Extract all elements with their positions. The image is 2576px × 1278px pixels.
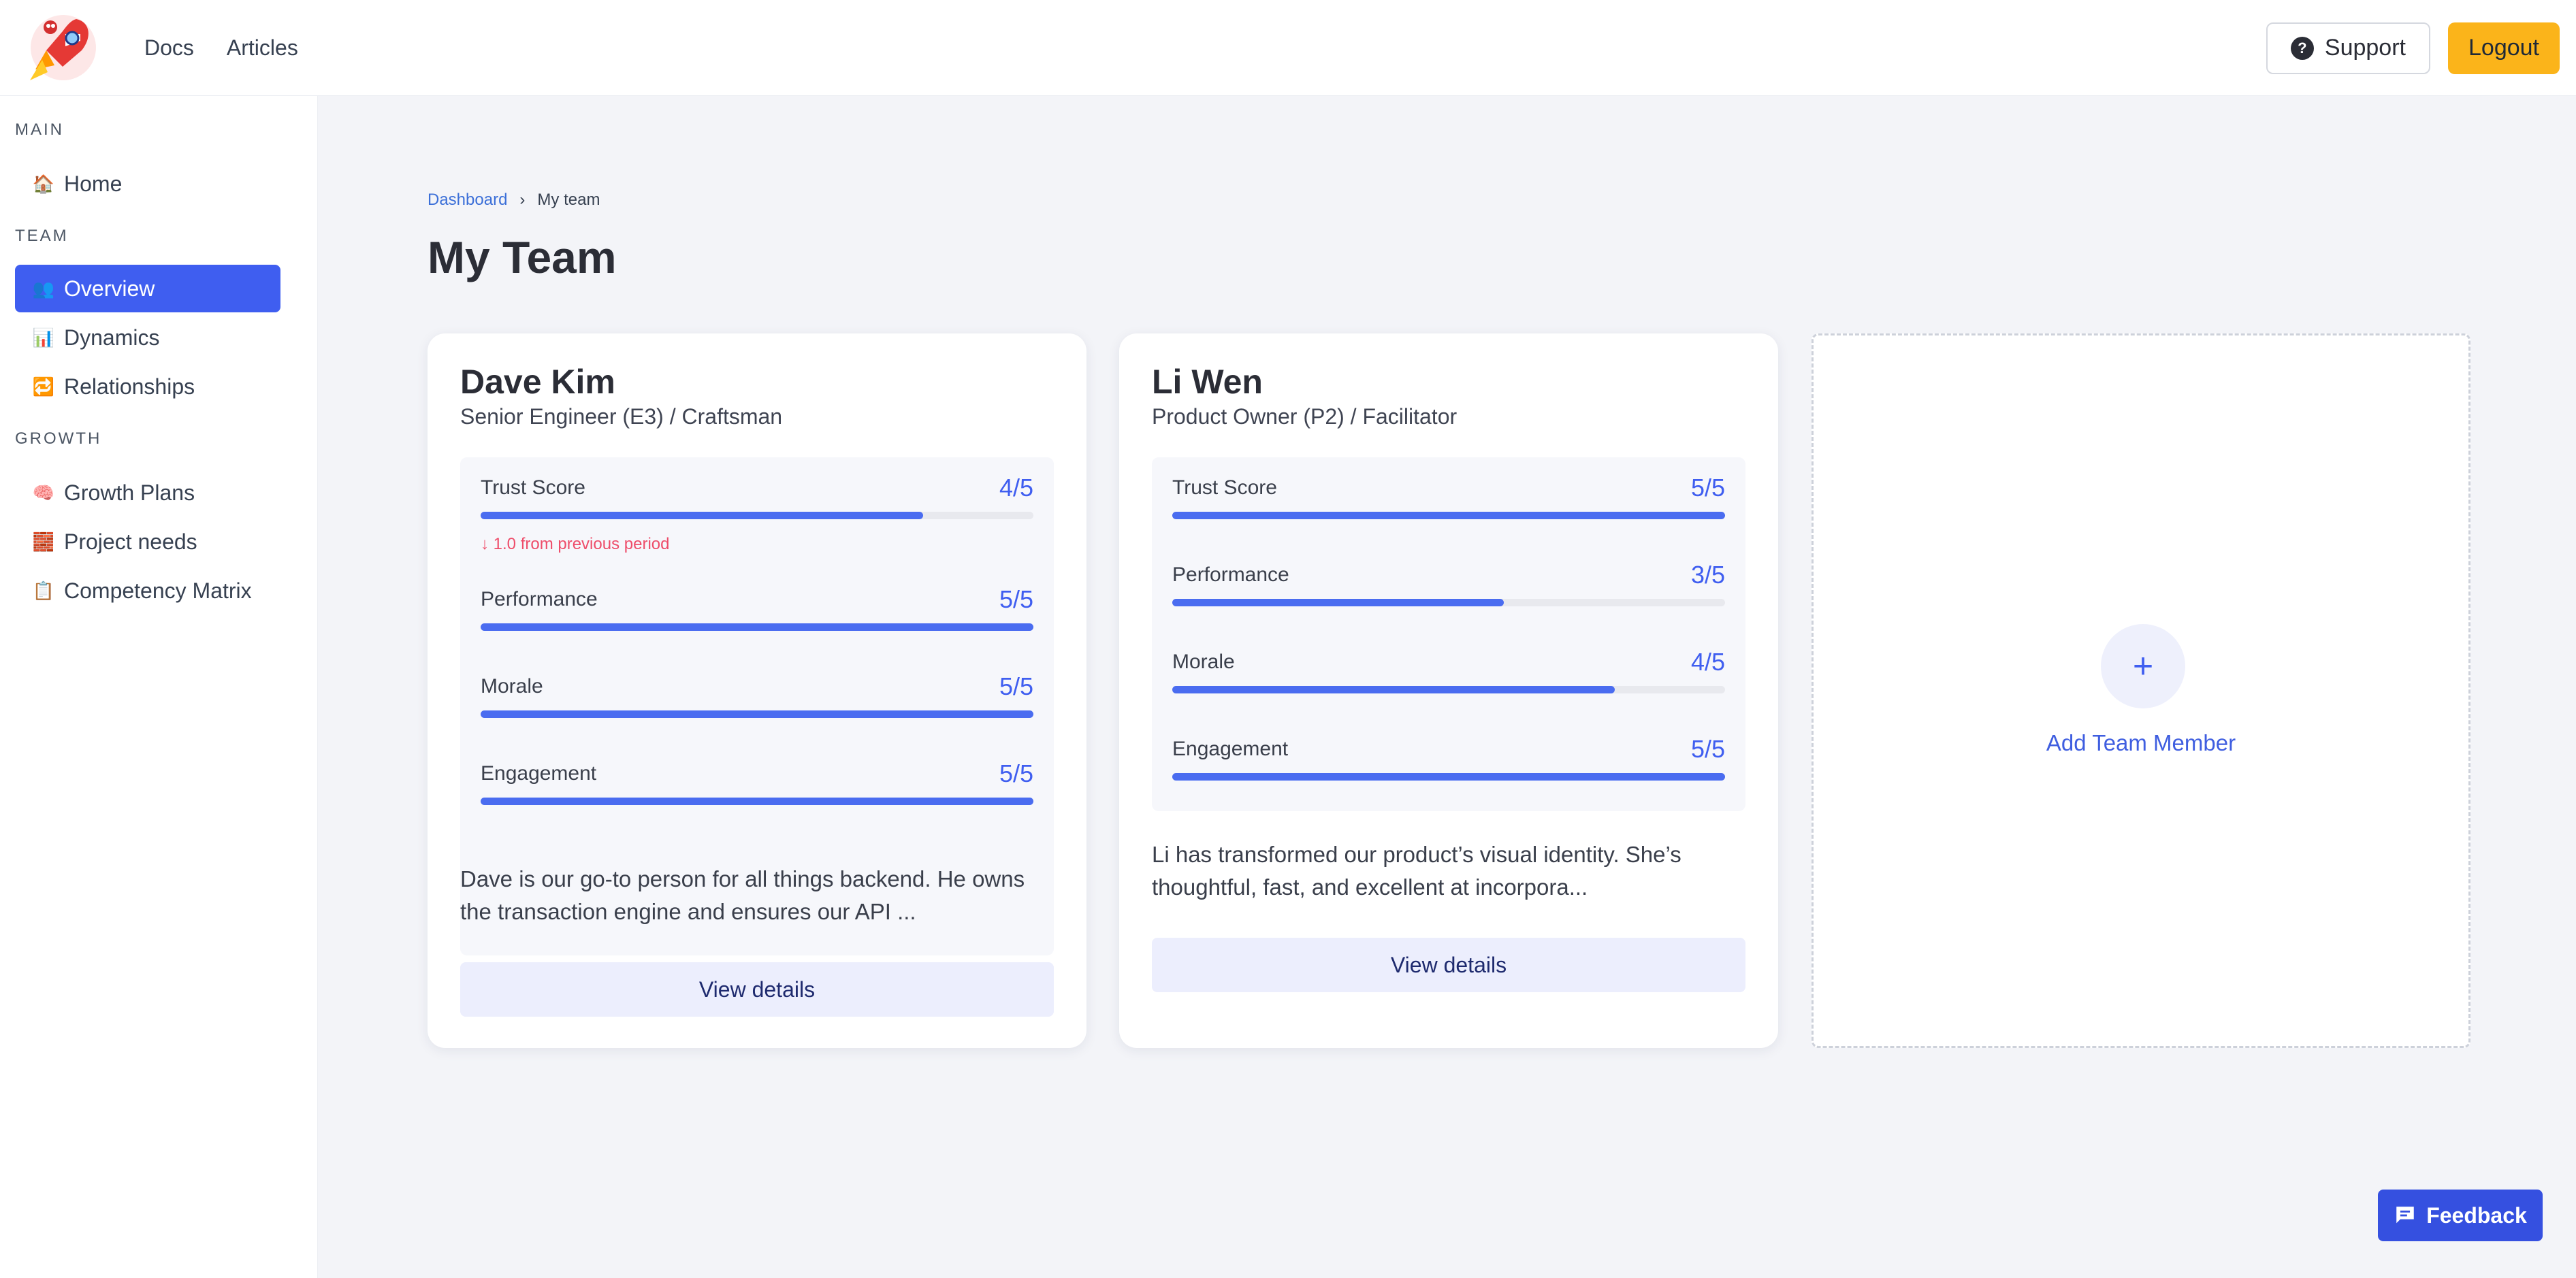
member-card: Dave Kim Senior Engineer (E3) / Craftsma… <box>428 333 1086 1048</box>
metric-label: Trust Score <box>481 476 585 499</box>
metric-progress-fill <box>481 710 1033 718</box>
add-team-member-label[interactable]: Add Team Member <box>1814 730 2468 756</box>
sidebar-item-label: Competency Matrix <box>64 578 252 603</box>
metrics-panel: Trust Score 5/5 Performance 3/5 Morale 4… <box>1152 457 1745 811</box>
metric-progress-fill <box>1172 773 1725 781</box>
chat-bubble-icon <box>2396 1207 2414 1224</box>
nav-articles-link[interactable]: Articles <box>227 35 298 61</box>
breadcrumb-separator: › <box>519 191 526 209</box>
add-team-member-card[interactable]: + Add Team Member <box>1812 333 2470 1048</box>
metric-value: 3/5 <box>1690 561 1725 589</box>
sidebar-item-overview[interactable]: 👥 Overview <box>15 265 280 312</box>
sidebar-item-competency-matrix[interactable]: 📋 Competency Matrix <box>15 567 280 615</box>
feedback-button[interactable]: Feedback <box>2378 1190 2543 1241</box>
metric-label: Morale <box>481 675 543 698</box>
brick-icon: 🧱 <box>32 531 55 552</box>
metric-progress-fill <box>481 512 923 519</box>
sidebar-item-label: Project needs <box>64 529 197 554</box>
sidebar-item-dynamics[interactable]: 📊 Dynamics <box>15 314 280 361</box>
breadcrumb-dashboard-link[interactable]: Dashboard <box>428 191 507 210</box>
bar-chart-icon: 📊 <box>32 327 55 348</box>
breadcrumb: Dashboard › My team <box>428 191 600 210</box>
sidebar-section-team: TEAM <box>15 227 69 245</box>
nav-docs-link[interactable]: Docs <box>144 35 194 61</box>
metric-value: 5/5 <box>1690 474 1725 502</box>
metric-label: Engagement <box>1172 738 1289 760</box>
metric-progress-track <box>1172 599 1725 606</box>
member-description: Dave is our go-to person for all things … <box>460 866 1025 924</box>
top-bar: Docs Articles ? Support Logout <box>0 0 2576 96</box>
clipboard-icon: 📋 <box>32 580 55 601</box>
sidebar-item-relationships[interactable]: 🔁 Relationships <box>15 363 280 410</box>
support-button[interactable]: ? Support <box>2266 22 2430 74</box>
view-details-button[interactable]: View details <box>460 962 1054 1017</box>
sidebar-item-label: Growth Plans <box>64 480 195 505</box>
metric-value: 4/5 <box>1690 648 1725 676</box>
metric-label: Performance <box>1172 563 1289 586</box>
metric-progress-track <box>481 512 1033 519</box>
metric-label: Engagement <box>481 762 597 785</box>
metric-progress-fill <box>1172 599 1504 606</box>
metric-label: Performance <box>481 588 598 610</box>
rocket-logo-icon[interactable] <box>23 7 103 87</box>
house-icon: 🏠 <box>32 173 55 194</box>
metric-label: Morale <box>1172 651 1235 673</box>
plus-icon[interactable]: + <box>2101 624 2185 708</box>
top-actions: ? Support Logout <box>2266 0 2560 96</box>
question-circle-icon: ? <box>2290 36 2314 60</box>
top-nav: Docs Articles <box>144 0 298 96</box>
member-role: Product Owner (P2) / Facilitator <box>1152 404 1458 429</box>
metric-progress-fill <box>1172 686 1615 693</box>
metric-progress-fill <box>1172 512 1725 519</box>
sidebar-item-label: Home <box>64 171 123 196</box>
page-title: My Team <box>428 232 617 282</box>
metric-progress-fill <box>481 798 1033 805</box>
metric-value: 5/5 <box>999 759 1033 787</box>
logout-button[interactable]: Logout <box>2448 22 2560 74</box>
metric-progress-track <box>1172 512 1725 519</box>
metric-value: 5/5 <box>1690 735 1725 763</box>
support-label: Support <box>2324 35 2406 61</box>
sidebar-item-growth-plans[interactable]: 🧠 Growth Plans <box>15 469 280 517</box>
metric-progress-track <box>481 710 1033 718</box>
metric-progress-track <box>1172 686 1725 693</box>
member-name: Li Wen <box>1152 363 1263 401</box>
metric-value: 4/5 <box>999 474 1033 502</box>
metric-progress-track <box>1172 773 1725 781</box>
sidebar-item-label: Dynamics <box>64 325 160 350</box>
metric-value: 5/5 <box>999 672 1033 700</box>
metric-value: 5/5 <box>999 585 1033 613</box>
people-icon: 👥 <box>32 278 55 299</box>
member-role: Senior Engineer (E3) / Craftsman <box>460 404 783 429</box>
sidebar-item-label: Relationships <box>64 374 195 399</box>
sidebar-section-growth: GROWTH <box>15 429 102 448</box>
sidebar-item-home[interactable]: 🏠 Home <box>15 160 280 208</box>
metric-progress-track <box>481 798 1033 805</box>
brain-icon: 🧠 <box>32 482 55 503</box>
sidebar-section-main: MAIN <box>15 120 64 139</box>
member-description: Li has transformed our product’s visual … <box>1152 842 1681 900</box>
metric-progress-fill <box>481 623 1033 631</box>
view-details-button[interactable]: View details <box>1152 938 1745 992</box>
sidebar-item-label: Overview <box>64 276 155 301</box>
metric-delta: ↓ 1.0 from previous period <box>481 535 670 553</box>
member-card: Li Wen Product Owner (P2) / Facilitator … <box>1119 333 1778 1048</box>
metric-progress-track <box>481 623 1033 631</box>
metric-label: Trust Score <box>1172 476 1277 499</box>
breadcrumb-current: My team <box>537 191 600 209</box>
feedback-label: Feedback <box>2426 1202 2527 1228</box>
member-name: Dave Kim <box>460 363 615 401</box>
repeat-icon: 🔁 <box>32 376 55 397</box>
sidebar: MAIN 🏠 Home TEAM 👥 Overview 📊 Dynamics 🔁… <box>0 96 318 1278</box>
sidebar-item-project-needs[interactable]: 🧱 Project needs <box>15 518 280 566</box>
